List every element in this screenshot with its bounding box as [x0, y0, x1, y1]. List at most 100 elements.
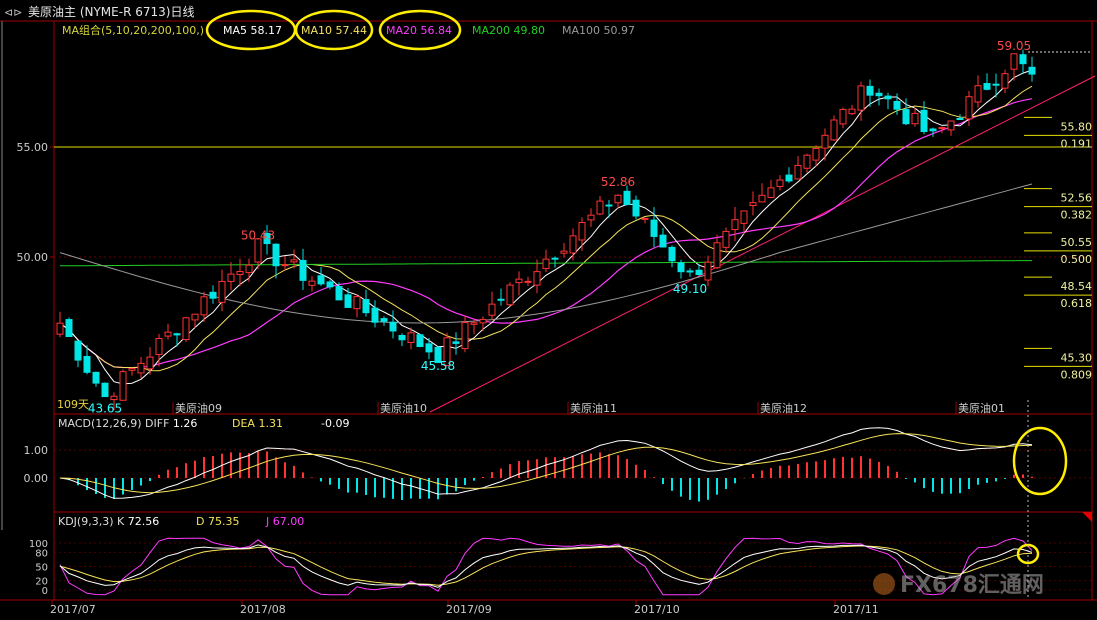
candle-body	[785, 174, 793, 182]
candle-body	[587, 214, 595, 221]
candle-body	[965, 96, 973, 120]
kdj-title: KDJ(9,3,3)	[58, 515, 114, 528]
candle-body	[209, 291, 217, 299]
nav-arrows-icon[interactable]: ⊲⊳	[4, 6, 22, 19]
candle-body	[677, 262, 685, 273]
x-axis-label: 2017/07	[50, 603, 96, 616]
candle-body	[578, 222, 586, 241]
candle-body	[191, 313, 199, 321]
macd-y-tick: 0.00	[24, 472, 49, 485]
candle-body	[290, 259, 298, 263]
macd-y-tick: 1.00	[24, 444, 49, 457]
candle	[119, 369, 127, 401]
candle	[551, 256, 559, 268]
candle-body	[524, 280, 532, 283]
candle-body	[488, 303, 496, 316]
candle-body	[317, 275, 325, 285]
ma-group-label: MA组合(5,10,20,200,100,)	[62, 23, 204, 37]
candle-body	[713, 242, 721, 269]
fib-price-label: 50.55	[1061, 236, 1093, 249]
candle	[389, 310, 397, 339]
candle	[722, 227, 730, 254]
candle-body	[731, 219, 739, 231]
macd-title: MACD(12,26,9)	[58, 417, 142, 430]
candle	[1019, 49, 1027, 75]
candle-body	[821, 134, 829, 149]
candle	[596, 196, 604, 216]
candle-body	[245, 264, 253, 273]
candle-body	[281, 264, 289, 267]
price-annotation: 45.58	[421, 359, 455, 373]
moving-average-lines	[59, 69, 1033, 385]
price-annotations: 50.43 52.86 59.05 43.65 45.58 49.10	[88, 39, 1031, 416]
candle	[830, 115, 838, 141]
candle-body	[200, 296, 208, 316]
candle-body	[902, 109, 910, 125]
range-label: 109天	[57, 398, 89, 411]
candle-body	[506, 284, 514, 306]
ma5-label: MA5 58.17	[223, 24, 282, 37]
candle-body	[767, 187, 775, 198]
candle-body	[533, 271, 541, 286]
candle-body	[839, 108, 847, 125]
price-y-axis: 55.00 50.00	[17, 141, 54, 264]
candle	[173, 332, 181, 347]
candle-body	[776, 179, 784, 187]
fibonacci-levels: 55.80 0.191 52.56 0.382 50.55 0.500 48.54 0.618…	[1024, 116, 1093, 381]
highlight-ellipse	[1012, 426, 1068, 496]
x-axis-label: 2017/11	[833, 603, 879, 616]
candle	[767, 179, 775, 199]
x-axis-label: 2017/09	[446, 603, 492, 616]
fib-price-label: 55.80	[1061, 120, 1093, 133]
candle-body	[470, 322, 478, 325]
candle-body	[542, 258, 550, 269]
candle	[605, 200, 613, 218]
candle-body	[479, 318, 487, 324]
candlestick-series	[56, 49, 1036, 410]
candle-body	[1028, 66, 1036, 75]
candle	[785, 167, 793, 183]
price-annotation: 43.65	[88, 402, 122, 416]
candle-body	[695, 269, 703, 276]
candle	[470, 319, 478, 334]
candle-body	[596, 200, 604, 215]
candle-body	[515, 278, 523, 284]
fib-ratio-label: 0.382	[1061, 209, 1093, 222]
macd-header: MACD(12,26,9) DIFF 1.26 DEA 1.31 -0.09	[58, 417, 349, 430]
price-y-tick: 50.00	[17, 251, 49, 264]
watermark-text: FX678汇通网	[900, 573, 1044, 598]
candle	[137, 357, 145, 379]
candle-body	[83, 355, 91, 373]
candle	[533, 259, 541, 294]
candle	[983, 73, 991, 91]
window-title: 美原油主 (NYME-R 6713)日线	[28, 5, 194, 19]
fib-price-label: 45.30	[1061, 351, 1093, 364]
candle-body	[668, 246, 676, 262]
ma200-label: MA200 49.80	[472, 24, 545, 37]
candle-body	[794, 164, 802, 180]
candle-body	[920, 109, 928, 133]
candle-body	[389, 321, 397, 332]
contract-label: 美原油09	[175, 401, 222, 415]
candle	[209, 285, 217, 304]
candle-body	[218, 280, 226, 303]
candle	[875, 88, 883, 106]
price-annotation: 52.86	[601, 175, 635, 189]
svg-text:KDJ(9,3,3) K 72.56: KDJ(9,3,3) K 72.56	[58, 515, 159, 528]
macd-histogram	[68, 450, 1033, 502]
candle	[731, 206, 739, 242]
candle	[128, 367, 136, 376]
candle-body	[344, 294, 352, 308]
candle	[101, 382, 109, 398]
fib-ratio-label: 0.500	[1061, 253, 1093, 266]
candle-body	[659, 234, 667, 248]
candle-body	[956, 117, 964, 120]
candle	[371, 300, 379, 328]
candle	[560, 243, 568, 258]
candle-body	[614, 194, 622, 204]
candle	[641, 217, 649, 224]
candle-body	[911, 112, 919, 125]
candle	[236, 258, 244, 287]
candle	[848, 104, 856, 116]
candle	[974, 75, 982, 108]
